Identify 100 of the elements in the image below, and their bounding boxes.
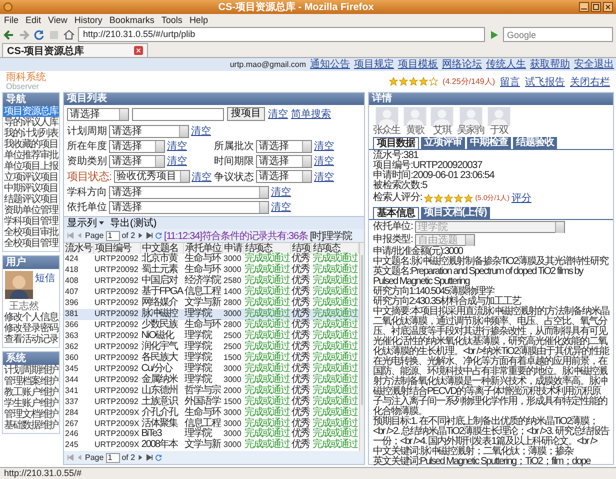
nav-link[interactable]: 网络论坛 xyxy=(442,59,482,70)
filter-select[interactable]: 请选择 xyxy=(256,140,312,152)
filter-select[interactable]: 请选择 xyxy=(109,140,165,152)
table-row[interactable]: 245 URTP2009X 2008年本 文学与新 3000 完成或通过 优秀 完成或通过 xyxy=(64,440,358,451)
section-header[interactable]: 导航 xyxy=(3,93,59,106)
filter-select[interactable]: 请选择 xyxy=(109,124,189,138)
clear-link[interactable]: 清空 xyxy=(271,200,291,214)
clear-link[interactable]: 清空 xyxy=(167,139,187,153)
sidebar-item[interactable]: 立项评议项目 xyxy=(3,172,59,183)
clear-link[interactable]: 清空 xyxy=(191,124,211,138)
table-row[interactable]: 396 URTP20092 网络媒介 文学与新 2800 完成或通过 优秀 完成或通过 xyxy=(64,298,358,309)
menu-item[interactable]: Edit xyxy=(26,15,42,25)
sidebar-item[interactable]: 修改个人信息 xyxy=(3,312,59,323)
search-button[interactable]: 搜项目 xyxy=(227,107,265,121)
go-arrow-icon[interactable] xyxy=(488,28,500,40)
table-row[interactable]: 362 URTP20092 润化宇气 理学院 2500 完成或通过 优秀 完成或通过 xyxy=(64,342,358,352)
search-field[interactable]: Google xyxy=(503,27,613,42)
nav-link[interactable]: 通知公告 xyxy=(310,59,350,70)
tab[interactable]: 项目文档(上传) xyxy=(421,207,490,219)
page-input[interactable]: 1 xyxy=(106,230,120,240)
minimize-icon[interactable] xyxy=(579,2,589,12)
column-header[interactable]: 承托单位 xyxy=(184,243,222,254)
avatar-icon[interactable] xyxy=(458,107,482,126)
refresh-icon[interactable] xyxy=(155,454,162,461)
table-row[interactable]: 284 URTP2009X 介孔介孔 生命与环 3000 完成或通过 优秀 完成或通过 xyxy=(64,407,358,418)
table-row[interactable]: 341 URTP20092 山东德州 哲学与宗 2000 完成或通过 优秀 完成或通过 xyxy=(64,385,358,396)
search-field[interactable] xyxy=(132,108,224,120)
sidebar-item[interactable]: 管理文档维护 xyxy=(3,409,59,420)
clear-link[interactable]: 清空 xyxy=(192,170,212,184)
menu-item[interactable]: Help xyxy=(189,15,208,25)
sidebar-item[interactable]: 全校项目审批 xyxy=(3,227,59,238)
sidebar-item[interactable]: 修改登录密码 xyxy=(3,323,59,334)
table-row[interactable]: 344 URTP20092 金属纳米 理学院 3000 完成或通过 优秀 完成或通过 xyxy=(64,374,358,386)
person-name[interactable]: 黄歌 xyxy=(406,126,424,136)
filter-select[interactable]: 请选择 xyxy=(109,186,269,198)
table-row[interactable]: 381 URTP20092 脉冲磁控 理学院 3000 完成或通过 优秀 完成或通过 xyxy=(64,308,358,320)
column-header[interactable]: 中文题名 xyxy=(140,243,184,254)
next-page-icon[interactable] xyxy=(137,454,144,461)
clear-link[interactable]: 清空 xyxy=(271,185,291,199)
menu-item[interactable]: Tools xyxy=(161,15,182,25)
person-name[interactable]: 张众生 xyxy=(373,126,400,136)
next-page-icon[interactable] xyxy=(137,232,144,239)
filter-select[interactable]: 请选择 xyxy=(256,170,312,183)
sidebar-item[interactable]: 单位项目上报 xyxy=(3,161,59,172)
sidebar-item[interactable]: 项目资源总库 xyxy=(3,106,59,117)
tab[interactable]: 基本信息 xyxy=(373,207,419,219)
close-icon[interactable] xyxy=(134,46,144,55)
sidebar-item[interactable]: 资助单位管理 xyxy=(3,205,59,216)
column-header[interactable]: 结项态 xyxy=(244,243,290,254)
menu-item[interactable]: Bookmarks xyxy=(109,15,154,25)
sidebar-item[interactable]: 计划周期维护 xyxy=(3,365,59,376)
table-row[interactable]: 424 URTP20092 北京市黄 生命与环 3000 完成或通过 优秀 完成或通过 xyxy=(64,254,358,265)
first-page-icon[interactable] xyxy=(67,232,74,239)
sidebar-item[interactable]: 学科项目管理 xyxy=(3,216,59,227)
header-link[interactable]: 关闭右栏 xyxy=(570,74,610,88)
address-bar[interactable]: http://210.31.0.55/#/urtp/plib xyxy=(78,27,485,42)
sidebar-item[interactable]: 查看活动记录 xyxy=(3,334,59,345)
nav-link[interactable]: 获取帮助 xyxy=(530,59,570,70)
nav-link[interactable]: 项目模板 xyxy=(398,59,438,70)
clear-link[interactable]: 清空 xyxy=(314,154,334,168)
nav-link[interactable]: 传统人生 xyxy=(486,59,526,70)
header-link[interactable]: 试飞报告 xyxy=(525,74,565,88)
scrollbar[interactable] xyxy=(359,243,364,451)
person-name[interactable]: 吴家驹 xyxy=(457,126,484,136)
filter-select[interactable]: 请选择 xyxy=(109,154,165,168)
first-page-icon[interactable] xyxy=(67,454,74,461)
forward-arrow-icon[interactable] xyxy=(18,28,30,40)
export-button[interactable]: 导出(测试) xyxy=(110,218,157,228)
close-icon[interactable] xyxy=(603,2,613,12)
back-arrow-icon[interactable] xyxy=(3,28,15,40)
filter-select[interactable]: 验收优秀项目 xyxy=(114,170,190,183)
person-name[interactable]: 于双 xyxy=(490,126,508,136)
table-row[interactable]: 345 URTP20092 Cu/分心 理学院 3000 完成或通过 优秀 完成或通过 xyxy=(64,363,358,374)
header-link[interactable]: 留言 xyxy=(500,74,520,88)
menu-item[interactable]: File xyxy=(4,15,19,25)
column-header[interactable]: 结项 xyxy=(290,243,312,254)
rate-link[interactable]: 评分 xyxy=(511,191,532,205)
filter-select[interactable]: 请选择 xyxy=(256,154,312,168)
sidebar-item[interactable]: 全校项目管理 xyxy=(3,238,59,249)
column-header[interactable]: 项目编号 xyxy=(94,243,140,254)
last-page-icon[interactable] xyxy=(146,454,154,461)
prev-page-icon[interactable] xyxy=(76,232,83,239)
prev-page-icon[interactable] xyxy=(76,454,83,461)
table-row[interactable]: 267 URTP2009X 活体聚集 信息工程 3000 完成或通过 优秀 完成或通过 xyxy=(64,418,358,429)
table-row[interactable]: 363 URTP20092 NiO磁化 理学院 2500 完成或通过 优秀 完成或通过 xyxy=(64,330,358,342)
reload-icon[interactable] xyxy=(33,28,45,40)
message-link[interactable]: 短信 xyxy=(35,271,55,285)
tab[interactable]: 中期检查 xyxy=(467,137,511,149)
category-select[interactable]: 请选择 xyxy=(67,108,129,120)
search-link[interactable]: 清空 xyxy=(268,107,288,121)
clear-link[interactable]: 清空 xyxy=(314,139,334,153)
sidebar-item[interactable]: 导的评议人库 xyxy=(3,117,59,128)
table-row[interactable]: 246 URTP2009X BiTe3 理学院 3000 完成或通过 优秀 完成或通过 xyxy=(64,429,358,440)
clear-link[interactable]: 清空 xyxy=(167,154,187,168)
sidebar-item[interactable]: 结题评议项目 xyxy=(3,194,59,205)
person-name[interactable]: 艾琪 xyxy=(433,126,451,136)
column-header[interactable]: 流水号 xyxy=(64,243,94,254)
sidebar-item[interactable]: 基础数据维护 xyxy=(3,420,59,431)
sidebar-item[interactable]: 学生账户维护 xyxy=(3,398,59,409)
menu-item[interactable]: View xyxy=(48,15,68,25)
